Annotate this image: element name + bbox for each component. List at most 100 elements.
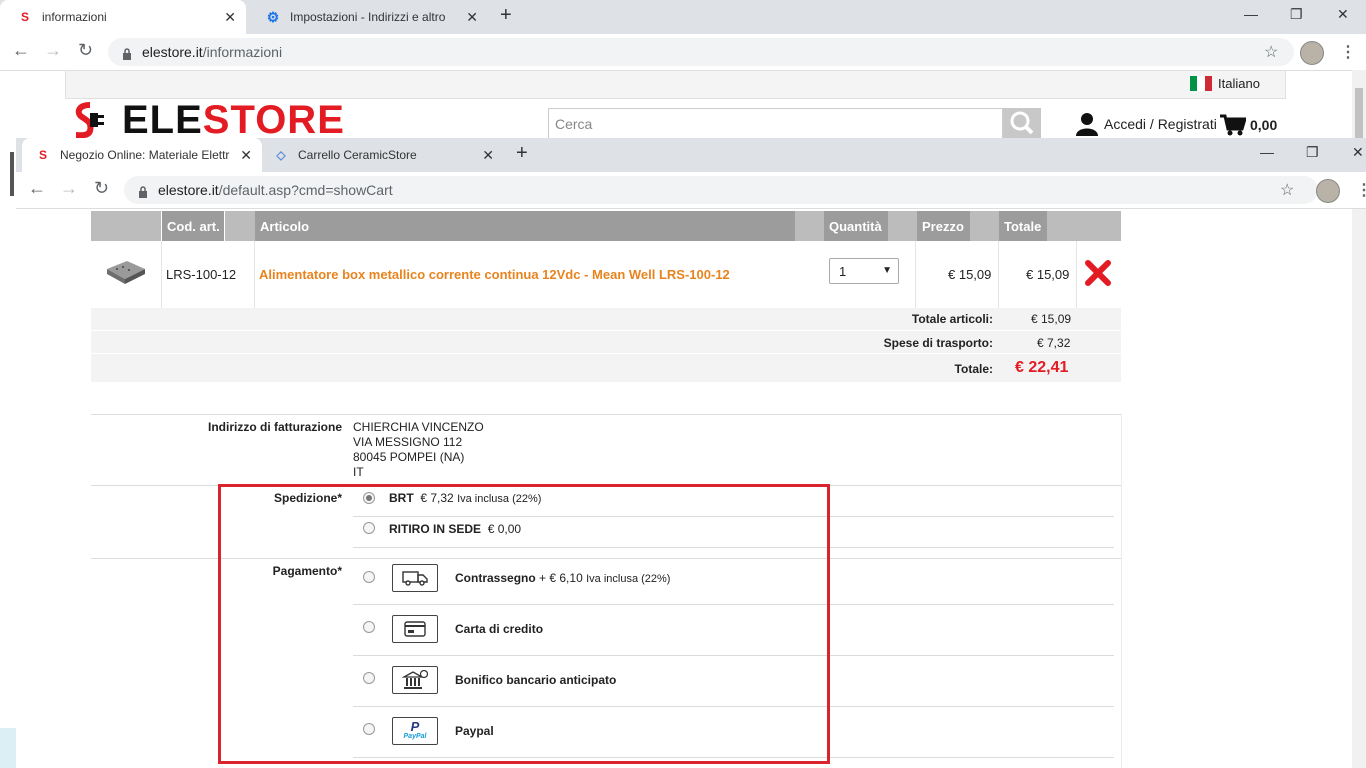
back-arrow-icon[interactable]: ← [12,40,30,61]
quantity-value: 1 [839,264,847,279]
col-divider [254,241,255,308]
language-selector[interactable]: Italiano [1190,76,1260,91]
col-header-price: Prezzo [917,211,970,241]
language-label: Italiano [1218,76,1260,91]
restore-icon[interactable]: ❐ [1290,6,1303,23]
elestore-logo[interactable]: ELE STORE [72,97,345,142]
outer-toolbar: ← → ↻ elestore.it/informazioni ☆ ⋮ [0,34,1366,71]
back-arrow-icon[interactable]: ← [28,178,46,199]
elestore-favicon-icon: S [20,10,29,24]
login-label: Accedi / Registrati [1104,116,1217,132]
product-name-link[interactable]: Alimentatore box metallico corrente cont… [259,267,730,282]
close-tab-icon[interactable]: ✕ [224,9,236,26]
tab-title: Impostazioni - Indirizzi e altro [290,10,446,24]
inner-tab-negozio[interactable]: S Negozio Online: Materiale Elettri ✕ [22,138,262,172]
form-border [1121,414,1122,768]
italy-flag-icon [1190,76,1212,91]
search-input[interactable]: Cerca [548,108,1003,140]
elestore-favicon-icon: S [38,148,47,162]
col-header-total: Totale [999,211,1047,241]
quantity-select[interactable]: 1 ▼ [829,258,899,284]
search-icon [1010,111,1034,135]
highlight-annotation-box [218,484,830,764]
col-header-spacer [1047,211,1077,241]
bookmark-star-icon[interactable]: ☆ [1280,180,1294,200]
close-window-icon[interactable]: ✕ [1337,6,1349,23]
forward-arrow-icon[interactable]: → [44,40,62,61]
close-tab-icon[interactable]: ✕ [466,9,478,26]
item-price: € 15,09 [948,267,992,282]
logo-text-store: STORE [202,97,345,142]
remove-item-x-icon[interactable] [1085,260,1111,286]
product-code: LRS-100-12 [166,267,237,282]
restore-icon[interactable]: ❐ [1306,144,1319,161]
col-header-spacer [888,211,917,241]
lock-icon [122,47,132,60]
col-divider [915,241,916,308]
minimize-icon[interactable]: — [1244,6,1258,22]
menu-kebab-icon[interactable]: ⋮ [1340,42,1356,62]
inner-tab-strip: S Negozio Online: Materiale Elettri ✕ ◇ … [16,138,1366,172]
dropdown-arrow-icon: ▼ [882,265,892,276]
plug-logo-icon [72,101,104,139]
background-strip [0,728,16,768]
reload-icon[interactable]: ↻ [94,178,109,199]
new-tab-plus-icon[interactable]: + [516,142,528,165]
col-header-spacer [970,211,999,241]
outer-address-bar[interactable]: elestore.it/informazioni [108,38,1294,66]
item-total: € 15,09 [1026,267,1070,282]
summary-shipping-label: Spese di trasporto: [883,336,993,350]
user-icon [1076,112,1098,136]
col-divider [1076,241,1077,308]
cart-total: 0,00 [1250,117,1278,133]
col-header-quantity: Quantità [824,211,888,241]
col-divider [161,241,162,308]
summary-total-value: € 22,41 [1015,359,1069,376]
col-header-spacer [795,211,824,241]
billing-label: Indirizzo di fatturazione [208,420,342,434]
inner-address-bar[interactable]: elestore.it/default.asp?cmd=showCart [124,176,1318,204]
outer-tab-impostazioni[interactable]: ⚙ Impostazioni - Indirizzi e altro ✕ [248,0,488,34]
summary-items-label: Totale articoli: [911,312,993,326]
col-header-delete [1077,211,1121,241]
cart-icon [1220,114,1248,136]
settings-gear-icon: ⚙ [266,8,280,25]
col-header-image [91,211,161,241]
summary-row-items: Totale articoli: € 15,09 [91,308,1121,331]
col-header-spacer [225,211,255,241]
close-tab-icon[interactable]: ✕ [482,147,494,164]
summary-total-label: Totale: [954,362,993,376]
tab-title: Negozio Online: Materiale Elettri [60,148,230,162]
close-tab-icon[interactable]: ✕ [240,147,252,164]
profile-avatar[interactable] [1316,179,1340,203]
cart-link[interactable]: 0,00 [1220,114,1277,136]
new-tab-plus-icon[interactable]: + [500,4,512,27]
col-header-code: Cod. art. [162,211,224,241]
profile-avatar[interactable] [1300,41,1324,65]
billing-address: CHIERCHIA VINCENZO VIA MESSIGNO 112 8004… [353,420,484,480]
summary-shipping-value: € 7,32 [1037,336,1071,350]
reload-icon[interactable]: ↻ [78,40,93,61]
inner-toolbar: ← → ↻ elestore.it/default.asp?cmd=showCa… [16,172,1366,209]
billing-line: 80045 POMPEI (NA) [353,450,465,464]
summary-row-total: Totale: € 22,41 [91,354,1121,383]
inner-tab-ceramicstore[interactable]: ◇ Carrello CeramicStore ✕ [264,138,504,172]
summary-row-shipping: Spese di trasporto: € 7,32 [91,331,1121,354]
menu-kebab-icon[interactable]: ⋮ [1356,180,1366,200]
url-path: /default.asp?cmd=showCart [218,182,393,198]
bookmark-star-icon[interactable]: ☆ [1264,42,1278,62]
outer-tab-informazioni[interactable]: S informazioni ✕ [0,0,246,34]
search-placeholder: Cerca [555,116,593,132]
product-thumbnail[interactable] [105,259,147,285]
language-bar: Italiano [65,70,1286,99]
col-header-article: Articolo [255,211,795,241]
minimize-icon[interactable]: — [1260,144,1274,160]
divider [91,414,1121,415]
login-link[interactable]: Accedi / Registrati [1076,112,1217,136]
lock-icon [138,185,148,198]
url-host: elestore.it [142,44,203,60]
forward-arrow-icon[interactable]: → [60,178,78,199]
search-button[interactable] [1003,108,1041,140]
close-window-icon[interactable]: ✕ [1352,144,1364,161]
tab-title: Carrello CeramicStore [298,148,417,162]
